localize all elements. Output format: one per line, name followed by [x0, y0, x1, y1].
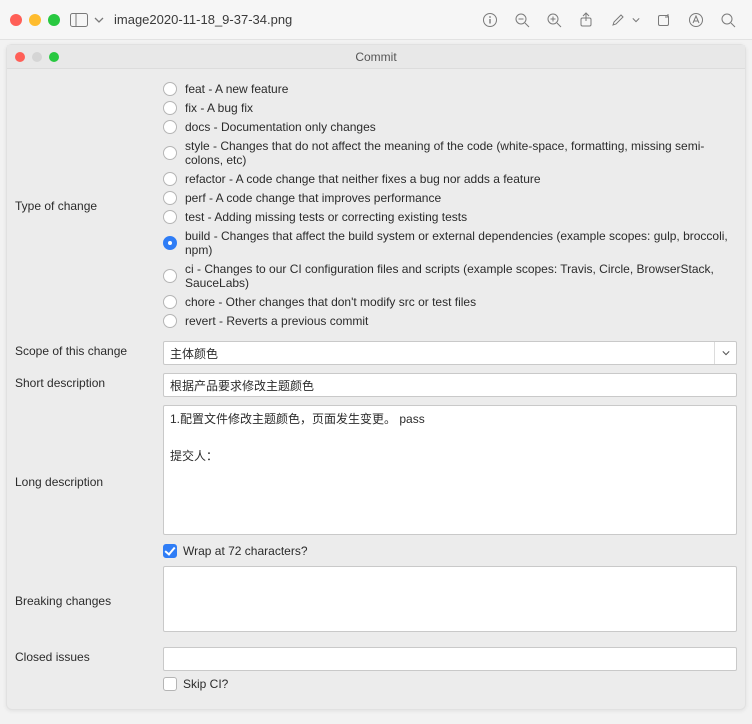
share-icon[interactable]: [578, 12, 594, 28]
commit-type-option-label: build - Changes that affect the build sy…: [185, 229, 737, 257]
commit-type-option[interactable]: feat - A new feature: [163, 82, 737, 96]
radio-icon: [163, 314, 177, 328]
radio-icon: [163, 120, 177, 134]
commit-type-option[interactable]: build - Changes that affect the build sy…: [163, 229, 737, 257]
edit-icon[interactable]: [610, 12, 626, 28]
commit-type-option-label: revert - Reverts a previous commit: [185, 314, 368, 328]
long-description-label: Long description: [15, 475, 163, 489]
short-description-input[interactable]: [163, 373, 737, 397]
commit-type-option[interactable]: fix - A bug fix: [163, 101, 737, 115]
type-of-change-label: Type of change: [15, 199, 163, 213]
commit-type-option-label: test - Adding missing tests or correctin…: [185, 210, 467, 224]
breaking-changes-input[interactable]: [163, 566, 737, 632]
scope-label: Scope of this change: [15, 341, 163, 358]
commit-type-option-label: fix - A bug fix: [185, 101, 253, 115]
radio-icon: [163, 101, 177, 115]
markup-icon[interactable]: [688, 12, 704, 28]
closed-issues-input[interactable]: [163, 647, 737, 671]
info-icon[interactable]: [482, 12, 498, 28]
commit-type-option[interactable]: perf - A code change that improves perfo…: [163, 191, 737, 205]
sidebar-toggle-icon[interactable]: [70, 13, 88, 27]
zoom-window-button[interactable]: [48, 14, 60, 26]
scope-select[interactable]: 主体颜色: [163, 341, 737, 365]
wrap-72-checkbox[interactable]: [163, 544, 177, 558]
commit-type-option-label: style - Changes that do not affect the m…: [185, 139, 737, 167]
dialog-title: Commit: [7, 50, 745, 64]
minimize-window-button[interactable]: [29, 14, 41, 26]
closed-issues-label: Closed issues: [15, 647, 163, 664]
chevron-down-icon[interactable]: [94, 15, 104, 25]
breaking-changes-label: Breaking changes: [15, 594, 163, 608]
outer-titlebar: image2020-11-18_9-37-34.png: [0, 0, 752, 40]
radio-icon: [163, 146, 177, 160]
radio-icon: [163, 236, 177, 250]
commit-type-option-label: ci - Changes to our CI configuration fil…: [185, 262, 737, 290]
commit-type-option[interactable]: ci - Changes to our CI configuration fil…: [163, 262, 737, 290]
commit-type-option[interactable]: chore - Other changes that don't modify …: [163, 295, 737, 309]
zoom-in-icon[interactable]: [546, 12, 562, 28]
commit-type-option[interactable]: refactor - A code change that neither fi…: [163, 172, 737, 186]
scope-selected-value: 主体颜色: [170, 345, 218, 362]
commit-type-option[interactable]: revert - Reverts a previous commit: [163, 314, 737, 328]
commit-type-option-label: refactor - A code change that neither fi…: [185, 172, 541, 186]
radio-icon: [163, 82, 177, 96]
commit-dialog: Commit Type of change feat - A new featu…: [6, 44, 746, 710]
commit-type-option[interactable]: test - Adding missing tests or correctin…: [163, 210, 737, 224]
rotate-icon[interactable]: [656, 12, 672, 28]
caret-down-icon: [714, 342, 736, 364]
skip-ci-label: Skip CI?: [183, 677, 228, 691]
close-window-button[interactable]: [10, 14, 22, 26]
commit-type-option-label: chore - Other changes that don't modify …: [185, 295, 476, 309]
commit-type-option[interactable]: docs - Documentation only changes: [163, 120, 737, 134]
commit-type-option-label: perf - A code change that improves perfo…: [185, 191, 441, 205]
radio-icon: [163, 191, 177, 205]
radio-icon: [163, 172, 177, 186]
zoom-out-icon[interactable]: [514, 12, 530, 28]
short-description-label: Short description: [15, 373, 163, 390]
commit-type-option-label: docs - Documentation only changes: [185, 120, 376, 134]
search-icon[interactable]: [720, 12, 736, 28]
chevron-down-icon[interactable]: [632, 15, 640, 25]
radio-icon: [163, 210, 177, 224]
skip-ci-checkbox[interactable]: [163, 677, 177, 691]
outer-window-title: image2020-11-18_9-37-34.png: [114, 12, 292, 27]
radio-icon: [163, 295, 177, 309]
long-description-input[interactable]: [163, 405, 737, 535]
commit-type-option-label: feat - A new feature: [185, 82, 288, 96]
wrap-72-label: Wrap at 72 characters?: [183, 544, 308, 558]
radio-icon: [163, 269, 177, 283]
commit-type-option[interactable]: style - Changes that do not affect the m…: [163, 139, 737, 167]
